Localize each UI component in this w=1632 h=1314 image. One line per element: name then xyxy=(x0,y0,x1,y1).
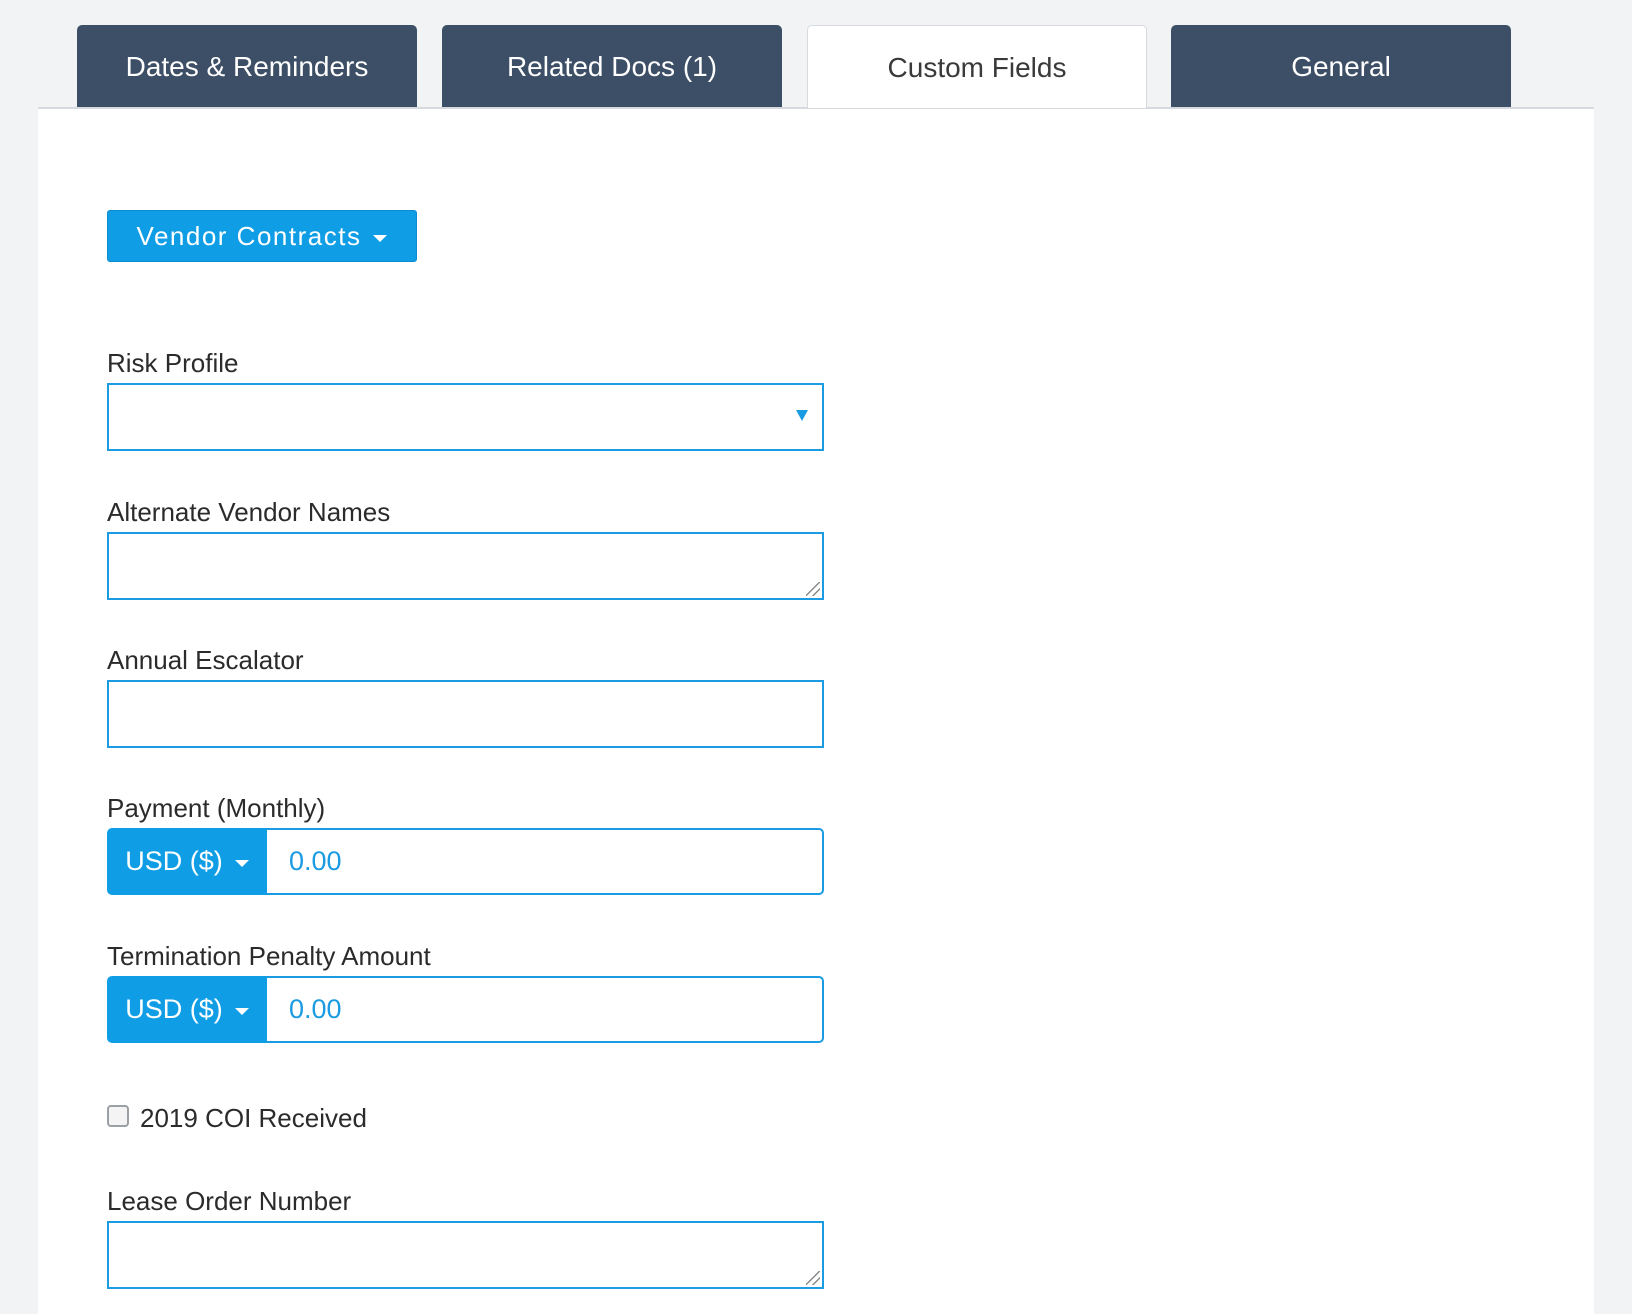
caret-down-icon xyxy=(234,1008,249,1015)
alternate-vendor-names-textarea[interactable] xyxy=(107,532,824,600)
vendor-contracts-dropdown-button[interactable]: Vendor Contracts xyxy=(107,210,417,262)
caret-down-icon xyxy=(234,860,249,867)
tab-custom-fields[interactable]: Custom Fields xyxy=(807,25,1147,109)
termination-amount-input[interactable]: 0.00 xyxy=(267,976,824,1043)
lease-order-number-textarea[interactable] xyxy=(107,1221,824,1289)
payment-monthly-label: Payment (Monthly) xyxy=(107,793,326,823)
termination-penalty-label: Termination Penalty Amount xyxy=(107,941,431,971)
risk-profile-label: Risk Profile xyxy=(107,348,239,378)
lease-order-number-label: Lease Order Number xyxy=(107,1186,352,1216)
annual-escalator-input[interactable] xyxy=(107,680,824,748)
tab-dates-reminders[interactable]: Dates & Reminders xyxy=(77,25,417,108)
payment-currency-label: USD ($) xyxy=(125,846,223,876)
termination-penalty-group: USD ($) 0.00 xyxy=(107,976,824,1043)
risk-profile-select[interactable] xyxy=(107,383,824,451)
resize-handle-icon[interactable] xyxy=(806,582,820,596)
payment-currency-dropdown[interactable]: USD ($) xyxy=(107,828,267,895)
payment-amount-value: 0.00 xyxy=(289,846,342,876)
payment-monthly-group: USD ($) 0.00 xyxy=(107,828,824,895)
termination-amount-value: 0.00 xyxy=(289,994,342,1024)
termination-currency-dropdown[interactable]: USD ($) xyxy=(107,976,267,1043)
coi-received-checkbox[interactable] xyxy=(107,1105,129,1127)
tab-general[interactable]: General xyxy=(1171,25,1511,108)
tab-bar: Dates & Reminders Related Docs (1) Custo… xyxy=(0,0,1632,109)
annual-escalator-label: Annual Escalator xyxy=(107,645,304,675)
payment-amount-input[interactable]: 0.00 xyxy=(267,828,824,895)
caret-down-icon xyxy=(373,234,388,242)
termination-currency-label: USD ($) xyxy=(125,994,223,1024)
vendor-contracts-label: Vendor Contracts xyxy=(136,220,362,251)
select-arrow-icon xyxy=(796,410,808,421)
resize-handle-icon[interactable] xyxy=(806,1271,820,1285)
alternate-vendor-names-label: Alternate Vendor Names xyxy=(107,497,391,527)
tab-related-docs[interactable]: Related Docs (1) xyxy=(442,25,782,108)
coi-received-label[interactable]: 2019 COI Received xyxy=(140,1103,367,1134)
